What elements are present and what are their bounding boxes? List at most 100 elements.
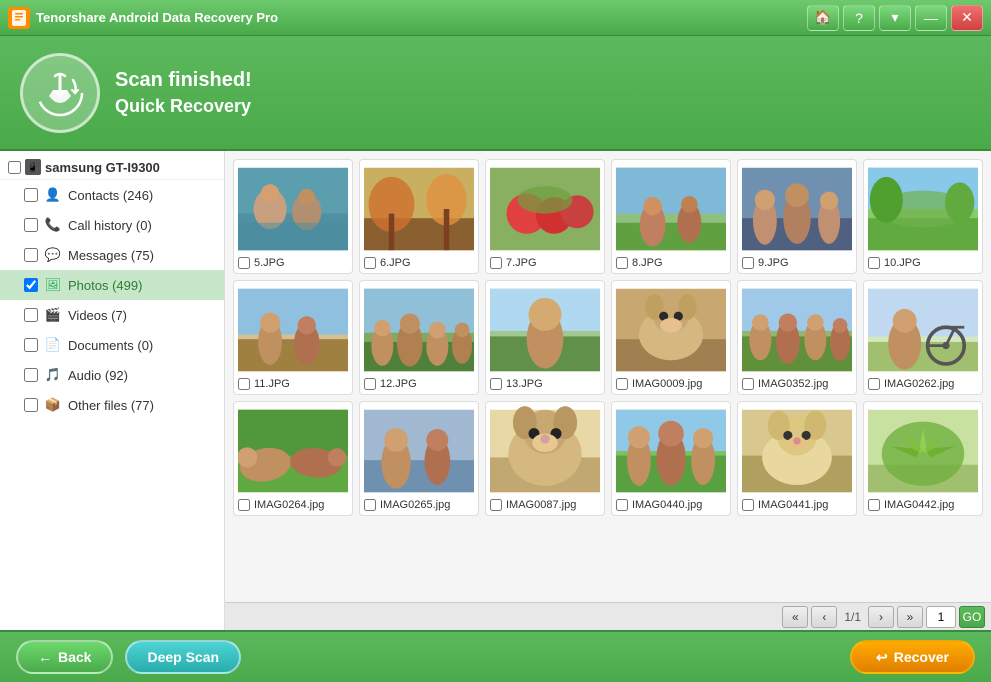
photo-thumbnail	[238, 406, 348, 496]
documents-checkbox[interactable]	[24, 338, 38, 352]
contacts-checkbox[interactable]	[24, 188, 38, 202]
sidebar-item-messages[interactable]: 💬 Messages (75)	[0, 240, 224, 270]
go-button[interactable]: GO	[959, 606, 985, 628]
audio-label: Audio (92)	[68, 368, 216, 383]
photo-item[interactable]: IMAG0442.jpg	[863, 401, 983, 516]
photo-item[interactable]: 7.JPG	[485, 159, 605, 274]
recover-icon: ↩	[876, 649, 888, 666]
photo-filename: IMAG0440.jpg	[632, 499, 726, 511]
photo-select-checkbox[interactable]	[742, 257, 754, 269]
back-button[interactable]: ← Back	[16, 640, 113, 674]
documents-icon: 📄	[44, 336, 62, 354]
photo-select-checkbox[interactable]	[364, 378, 376, 390]
right-panel: 5.JPG 6.JPG 7.JPG 8.JPG	[225, 151, 991, 630]
quick-recovery-icon	[20, 53, 100, 133]
photo-select-checkbox[interactable]	[616, 257, 628, 269]
photo-thumbnail	[616, 164, 726, 254]
device-label: 📱 samsung GT-I9300	[0, 151, 224, 180]
sidebar-item-audio[interactable]: 🎵 Audio (92)	[0, 360, 224, 390]
sidebar-item-contacts[interactable]: 👤 Contacts (246)	[0, 180, 224, 210]
photo-select-checkbox[interactable]	[364, 499, 376, 511]
photo-item[interactable]: 11.JPG	[233, 280, 353, 395]
photo-item[interactable]: 5.JPG	[233, 159, 353, 274]
photo-item[interactable]: 6.JPG	[359, 159, 479, 274]
photo-item[interactable]: IMAG0262.jpg	[863, 280, 983, 395]
back-icon: ←	[38, 649, 52, 665]
photo-select-checkbox[interactable]	[364, 257, 376, 269]
page-input[interactable]	[926, 606, 956, 628]
photo-select-checkbox[interactable]	[490, 257, 502, 269]
photo-select-checkbox[interactable]	[868, 499, 880, 511]
photos-label: Photos (499)	[68, 278, 216, 293]
photo-item[interactable]: 12.JPG	[359, 280, 479, 395]
photo-item[interactable]: IMAG0009.jpg	[611, 280, 731, 395]
next-page-button[interactable]: ›	[868, 606, 894, 628]
photo-thumbnail	[238, 164, 348, 254]
sidebar-item-documents[interactable]: 📄 Documents (0)	[0, 330, 224, 360]
title-bar: Tenorshare Android Data Recovery Pro 🏠 ?…	[0, 0, 991, 36]
photo-thumbnail	[364, 164, 474, 254]
photo-select-checkbox[interactable]	[742, 378, 754, 390]
last-page-button[interactable]: »	[897, 606, 923, 628]
window-controls: 🏠 ? ▾ — ✕	[807, 5, 983, 31]
photo-filename: IMAG0264.jpg	[254, 499, 348, 511]
close-button[interactable]: ✕	[951, 5, 983, 31]
photo-filename: 6.JPG	[380, 257, 474, 269]
photo-item[interactable]: 13.JPG	[485, 280, 605, 395]
otherfiles-checkbox[interactable]	[24, 398, 38, 412]
device-checkbox[interactable]	[8, 161, 21, 174]
sidebar-item-callhistory[interactable]: 📞 Call history (0)	[0, 210, 224, 240]
photo-select-checkbox[interactable]	[616, 378, 628, 390]
minimize-button[interactable]: —	[915, 5, 947, 31]
sidebar-item-photos[interactable]: 🖼 Photos (499)	[0, 270, 224, 300]
photo-thumbnail	[742, 285, 852, 375]
home-button[interactable]: 🏠	[807, 5, 839, 31]
sidebar-item-otherfiles[interactable]: 📦 Other files (77)	[0, 390, 224, 420]
photo-item[interactable]: IMAG0087.jpg	[485, 401, 605, 516]
pagination-bar: « ‹ 1/1 › » GO	[225, 602, 991, 630]
photo-filename: 10.JPG	[884, 257, 978, 269]
photo-thumbnail	[742, 406, 852, 496]
dropdown-button[interactable]: ▾	[879, 5, 911, 31]
audio-checkbox[interactable]	[24, 368, 38, 382]
app-icon	[8, 7, 30, 29]
back-label: Back	[58, 649, 91, 665]
photo-item[interactable]: 10.JPG	[863, 159, 983, 274]
deep-scan-button[interactable]: Deep Scan	[125, 640, 241, 674]
prev-page-button[interactable]: ‹	[811, 606, 837, 628]
photo-thumbnail	[868, 164, 978, 254]
photo-item[interactable]: IMAG0352.jpg	[737, 280, 857, 395]
sidebar: 📱 samsung GT-I9300 👤 Contacts (246) 📞 Ca…	[0, 151, 225, 630]
photo-select-checkbox[interactable]	[742, 499, 754, 511]
photo-select-checkbox[interactable]	[238, 499, 250, 511]
photo-thumbnail	[490, 406, 600, 496]
photo-select-checkbox[interactable]	[490, 378, 502, 390]
photo-select-checkbox[interactable]	[868, 257, 880, 269]
help-button[interactable]: ?	[843, 5, 875, 31]
photo-filename: IMAG0442.jpg	[884, 499, 978, 511]
photo-item[interactable]: 9.JPG	[737, 159, 857, 274]
page-info: 1/1	[840, 610, 865, 624]
photo-item[interactable]: IMAG0264.jpg	[233, 401, 353, 516]
recover-button[interactable]: ↩ Recover	[850, 640, 975, 674]
sidebar-item-videos[interactable]: 🎬 Videos (7)	[0, 300, 224, 330]
callhistory-checkbox[interactable]	[24, 218, 38, 232]
photo-select-checkbox[interactable]	[238, 378, 250, 390]
photo-select-checkbox[interactable]	[616, 499, 628, 511]
photo-select-checkbox[interactable]	[490, 499, 502, 511]
photo-thumbnail	[616, 406, 726, 496]
photo-select-checkbox[interactable]	[868, 378, 880, 390]
photo-item[interactable]: IMAG0441.jpg	[737, 401, 857, 516]
first-page-button[interactable]: «	[782, 606, 808, 628]
photo-item[interactable]: IMAG0265.jpg	[359, 401, 479, 516]
photo-filename: 13.JPG	[506, 378, 600, 390]
photo-filename: IMAG0262.jpg	[884, 378, 978, 390]
messages-checkbox[interactable]	[24, 248, 38, 262]
videos-checkbox[interactable]	[24, 308, 38, 322]
photo-select-checkbox[interactable]	[238, 257, 250, 269]
device-icon: 📱	[25, 159, 41, 175]
photo-item[interactable]: 8.JPG	[611, 159, 731, 274]
photo-item[interactable]: IMAG0440.jpg	[611, 401, 731, 516]
quick-recovery-label: Quick Recovery	[115, 96, 252, 117]
photos-checkbox[interactable]	[24, 278, 38, 292]
